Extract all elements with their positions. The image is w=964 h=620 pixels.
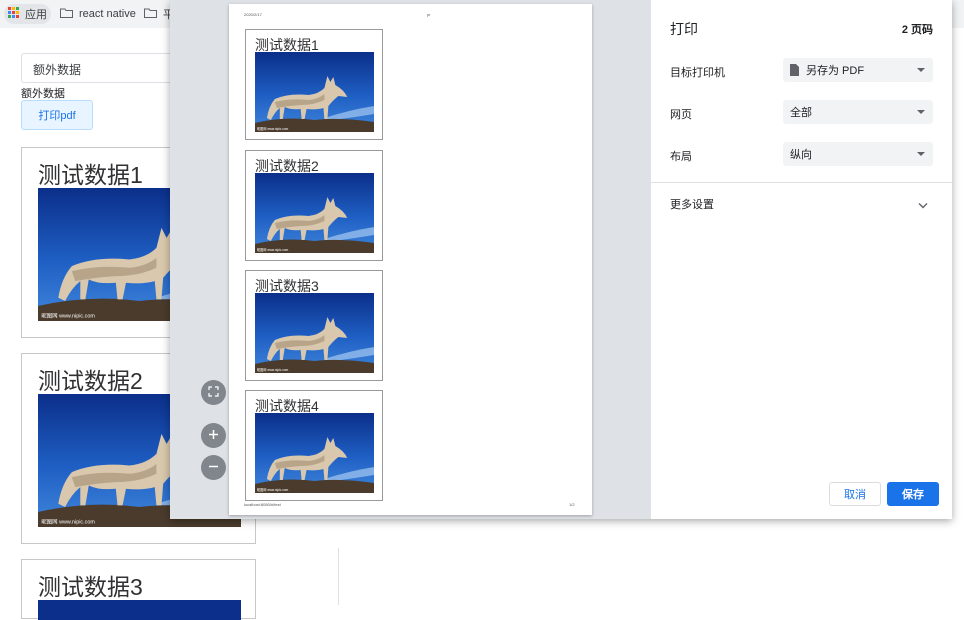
divider	[651, 182, 952, 183]
print-dialog: 2020/2/17 pr 测试数据1 测试数据2 测试数据3 测试数据4 loc…	[170, 0, 952, 519]
destination-value: 另存为 PDF	[806, 65, 865, 77]
preview-card: 测试数据4	[245, 390, 383, 501]
preview-page[interactable]: 2020/2/17 pr 测试数据1 测试数据2 测试数据3 测试数据4 loc…	[229, 4, 592, 515]
layout-value: 纵向	[790, 149, 812, 161]
wolf-image	[255, 413, 374, 493]
apps-grid-icon	[8, 7, 25, 21]
card-title: 测试数据3	[38, 574, 143, 600]
plus-icon	[208, 427, 219, 445]
chevron-down-icon	[917, 152, 925, 156]
folder-icon	[60, 8, 79, 21]
wolf-image	[255, 173, 374, 253]
wolf-image	[255, 293, 374, 373]
chevron-down-icon	[917, 110, 925, 114]
zoom-in-button[interactable]	[201, 423, 226, 448]
card-title: 测试数据2	[38, 368, 143, 394]
wolf-image	[255, 52, 374, 132]
print-settings-panel: 打印 2 页码 目标打印机 另存为 PDF 网页 全部 布局 纵向 更多设置 取…	[651, 0, 952, 519]
destination-select[interactable]: 另存为 PDF	[783, 58, 933, 82]
preview-footer-page: 1/2	[569, 502, 575, 507]
cancel-button[interactable]: 取消	[829, 482, 881, 506]
bookmark-folder-react-native[interactable]: react native	[56, 4, 140, 24]
more-settings-toggle[interactable]: 更多设置	[670, 196, 714, 212]
print-preview: 2020/2/17 pr 测试数据1 测试数据2 测试数据3 测试数据4 loc…	[170, 0, 651, 519]
chevron-down-icon	[917, 68, 925, 72]
bookmark-apps[interactable]: 应用	[4, 4, 51, 24]
extra-data-label: 额外数据	[21, 88, 65, 100]
extra-data-input[interactable]: 额外数据	[21, 53, 181, 83]
print-title: 打印	[670, 21, 698, 37]
document-icon	[790, 64, 799, 76]
layout-select[interactable]: 纵向	[783, 142, 933, 166]
card-title: 测试数据1	[38, 162, 143, 188]
layout-label: 布局	[670, 151, 692, 163]
folder-icon	[144, 8, 163, 21]
destination-label: 目标打印机	[670, 67, 725, 79]
zoom-out-button[interactable]	[201, 455, 226, 480]
preview-card: 测试数据1	[245, 29, 383, 140]
chevron-down-icon[interactable]	[918, 196, 928, 214]
save-button[interactable]: 保存	[887, 482, 939, 506]
preview-header-title: pr	[427, 12, 431, 17]
page-count: 2 页码	[901, 24, 933, 36]
bookmark-label: react native	[79, 8, 136, 20]
preview-card: 测试数据3	[245, 270, 383, 381]
fit-to-page-button[interactable]	[201, 380, 226, 405]
minus-icon	[208, 459, 219, 477]
preview-card: 测试数据2	[245, 150, 383, 261]
bookmark-apps-label: 应用	[25, 9, 47, 21]
pages-label: 网页	[670, 109, 692, 121]
preview-footer-url: localhost:8080/#/test	[244, 502, 281, 507]
print-pdf-button[interactable]: 打印pdf	[21, 100, 93, 130]
data-card: 测试数据3	[21, 559, 256, 620]
wolf-image	[38, 600, 241, 620]
pages-value: 全部	[790, 107, 812, 119]
fit-to-page-icon	[208, 384, 219, 402]
divider	[338, 548, 339, 605]
preview-header-date: 2020/2/17	[244, 12, 262, 17]
pages-select[interactable]: 全部	[783, 100, 933, 124]
